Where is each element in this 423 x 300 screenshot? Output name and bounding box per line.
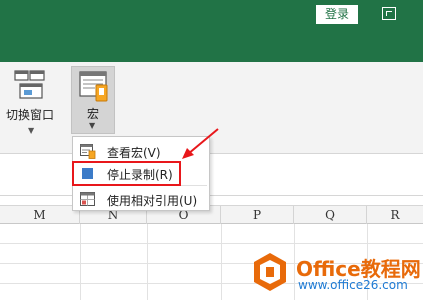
office-logo-icon — [254, 253, 286, 291]
restore-window-icon[interactable] — [382, 7, 396, 20]
use-relative-references-label: 使用相对引用(U) — [107, 194, 198, 208]
view-macros-label: 查看宏(V) — [107, 146, 161, 160]
chevron-down-icon: ▼ — [89, 121, 96, 130]
column-header[interactable]: R — [367, 206, 423, 224]
formula-bar[interactable] — [0, 172, 423, 196]
column-headers: M N O P Q R — [0, 205, 423, 224]
highlight-annotation — [72, 161, 181, 186]
relative-reference-icon — [80, 192, 95, 206]
switch-window-label: 切换窗口 — [5, 108, 54, 122]
switch-window-icon — [14, 70, 45, 99]
column-header[interactable]: M — [0, 206, 80, 224]
view-macros-icon — [80, 144, 96, 159]
login-button[interactable]: 登录 — [316, 5, 358, 24]
column-header[interactable]: P — [221, 206, 294, 224]
macros-label: 宏 — [86, 107, 99, 121]
title-bar: 登录 — [0, 0, 423, 62]
red-arrow-annotation — [182, 128, 219, 159]
macros-button[interactable]: 宏 ▼ — [71, 66, 115, 134]
switch-window-button[interactable]: 切换窗口 ▼ — [2, 68, 58, 148]
watermark: Office教程网 www.office26.com — [252, 246, 422, 298]
chevron-down-icon: ▼ — [28, 126, 35, 135]
menu-item-use-relative-references[interactable]: 使用相对引用(U) — [74, 188, 209, 210]
watermark-url: www.office26.com — [298, 278, 408, 292]
column-header[interactable]: Q — [294, 206, 367, 224]
macro-icon — [79, 71, 108, 102]
